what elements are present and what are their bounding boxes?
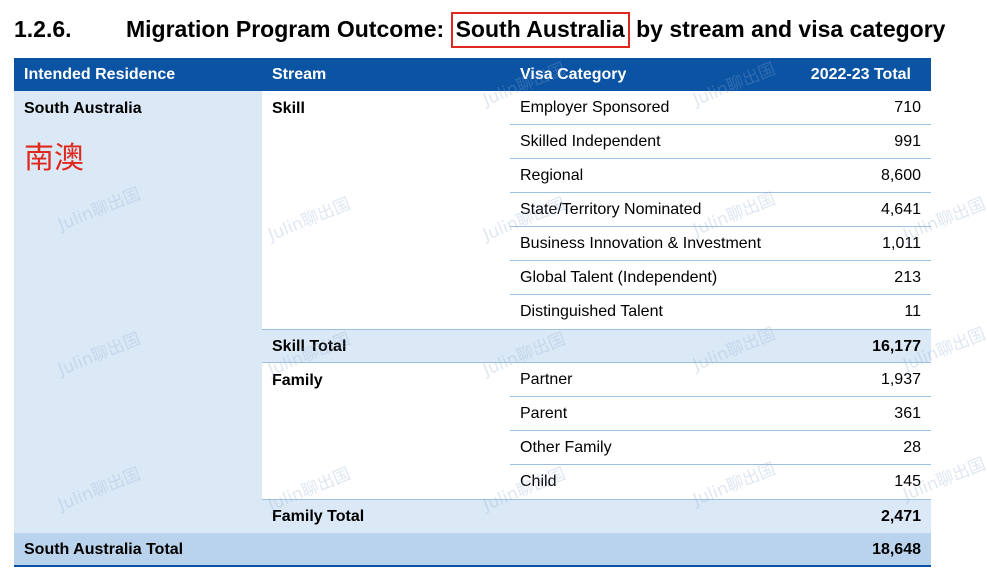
header-total: 2022-23 Total [810, 66, 911, 83]
visa-category: Distinguished Talent [520, 303, 663, 320]
visa-category: Skilled Independent [520, 133, 661, 150]
section-title: Migration Program Outcome: South Austral… [126, 12, 946, 48]
visa-category: State/Territory Nominated [520, 201, 702, 218]
visa-total: 991 [894, 133, 921, 150]
highlighted-region: South Australia [450, 12, 630, 48]
visa-total: 28 [903, 439, 921, 456]
visa-category: Child [520, 473, 557, 490]
table-row: Partner 1,937 [510, 363, 931, 397]
migration-outcome-table: Intended Residence Stream Visa Category … [14, 58, 931, 567]
table-row: Distinguished Talent 11 [510, 295, 931, 329]
family-total-row: Family Total 2,471 [262, 499, 931, 533]
visa-category: Partner [520, 371, 573, 388]
visa-total: 361 [894, 405, 921, 422]
skill-total-label: Skill Total [272, 338, 347, 355]
visa-total: 1,011 [882, 235, 921, 252]
table-row: Other Family 28 [510, 431, 931, 465]
skill-total-value: 16,177 [872, 338, 921, 355]
family-total-label: Family Total [272, 508, 365, 525]
visa-category: Regional [520, 167, 584, 184]
residence-cell: South Australia 南澳 [14, 91, 262, 533]
table-header-row: Intended Residence Stream Visa Category … [14, 58, 931, 91]
visa-category: Business Innovation & Investment [520, 235, 762, 252]
residence-label: South Australia [24, 100, 142, 117]
header-stream: Stream [272, 66, 327, 83]
visa-category: Parent [520, 405, 568, 422]
residence-annotation: 南澳 [24, 141, 84, 176]
table-row: Global Talent (Independent) 213 [510, 261, 931, 295]
section-number: 1.2.6. [14, 16, 72, 42]
visa-total: 213 [894, 269, 921, 286]
stream-skill-label: Skill [272, 100, 305, 117]
visa-total: 11 [904, 303, 921, 320]
header-visa-category: Visa Category [520, 66, 627, 83]
grand-total-row: South Australia Total 18,648 [14, 533, 931, 567]
page-heading: 1.2.6. Migration Program Outcome: South … [14, 12, 977, 48]
visa-total: 4,641 [880, 201, 921, 218]
visa-total: 145 [894, 473, 921, 490]
title-suffix: by stream and visa category [629, 16, 946, 42]
table-row: Parent 361 [510, 397, 931, 431]
table-row: Skilled Independent 991 [510, 125, 931, 159]
table-row: Business Innovation & Investment 1,011 [510, 227, 931, 261]
skill-total-row: Skill Total 16,177 [262, 329, 931, 363]
table-row: State/Territory Nominated 4,641 [510, 193, 931, 227]
title-prefix: Migration Program Outcome: [126, 16, 451, 42]
table-row: Child 145 [510, 465, 931, 499]
grand-total-label: South Australia Total [24, 541, 184, 558]
table-row: Employer Sponsored 710 [510, 91, 931, 125]
visa-total: 710 [894, 99, 921, 116]
stream-column: Skill Family [262, 91, 510, 533]
stream-family-label: Family [272, 372, 323, 389]
visa-category: Other Family [520, 439, 612, 456]
visa-total: 1,937 [880, 371, 921, 388]
grand-total-value: 18,648 [872, 541, 921, 558]
table-row: Regional 8,600 [510, 159, 931, 193]
header-intended-residence: Intended Residence [24, 66, 176, 83]
visa-total: 8,600 [880, 167, 921, 184]
visa-category: Employer Sponsored [520, 99, 670, 116]
family-total-value: 2,471 [880, 508, 921, 525]
visa-category: Global Talent (Independent) [520, 269, 718, 286]
